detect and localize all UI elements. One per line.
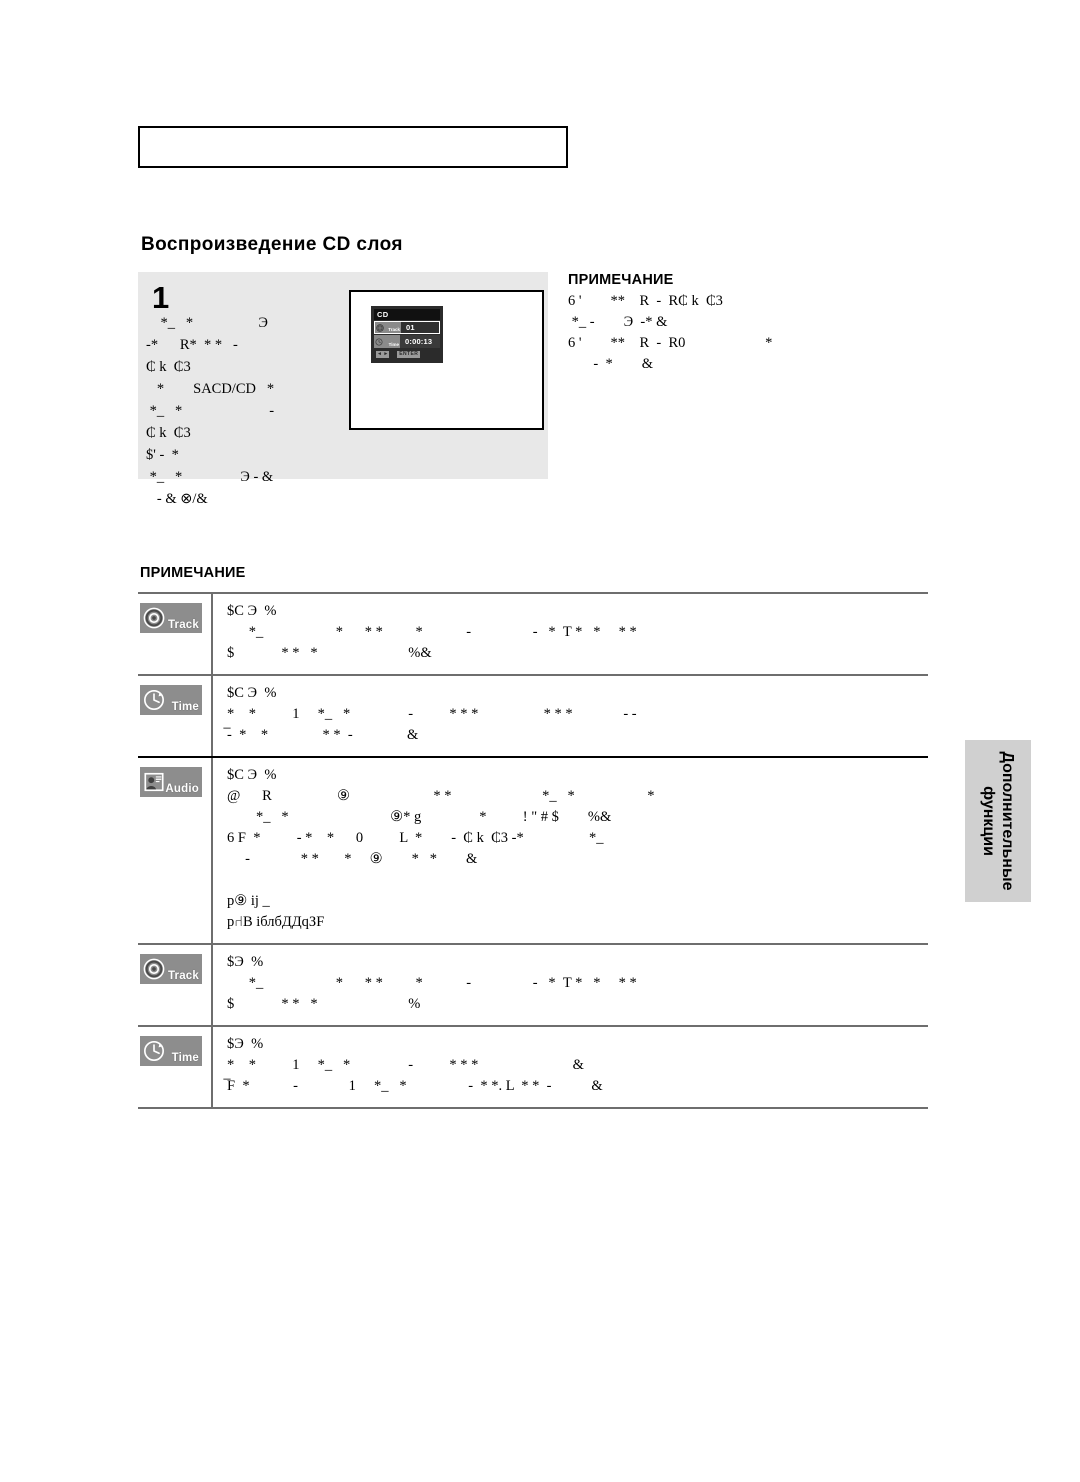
disc-icon: Track xyxy=(375,322,401,333)
disc-icon-glyph xyxy=(376,323,384,332)
note-right-body: 6 ' ** R - R₵ k ₵3 *_ - Э -* & 6 ' ** R … xyxy=(568,293,773,372)
table-row-description: $Э % * * 1 *_ * - * * * & ̅F * - 1 *_ * … xyxy=(211,1027,928,1107)
badge-time: Time xyxy=(140,685,202,715)
page-title: Воспроизведение CD слоя xyxy=(141,234,403,255)
badge-label: Track xyxy=(167,619,199,631)
table-row: Time $C Э % * * 1 *_ * - * * * * * * - -… xyxy=(138,674,928,756)
tv-screen-illustration: CD Track 01 Time 0:00:13 ◄ ► ENTER xyxy=(349,290,544,430)
step-number: 1 xyxy=(152,280,170,315)
table-row: Audio $C Э % @ R ⑨ * * *_ * * *_ * ⑨* g … xyxy=(138,756,928,943)
badge-label: Time xyxy=(171,701,199,713)
badge-time: Time xyxy=(140,1036,202,1066)
badge-label: Track xyxy=(167,970,199,982)
table-row-description: $Э % *_ * * * * - - * T * * * * $ * * * … xyxy=(211,945,928,1025)
osd-footer-hints: ◄ ► ENTER xyxy=(374,350,440,359)
osd-row-time[interactable]: Time 0:00:13 xyxy=(374,335,440,348)
table-row: Time $Э % * * 1 *_ * - * * * & ̅F * - 1 … xyxy=(138,1025,928,1109)
table-row-badge-cell: Time xyxy=(138,676,211,756)
table-row-description: $C Э % @ R ⑨ * * *_ * * *_ * ⑨* g * ! " … xyxy=(211,758,928,943)
step-panel: 1 *_ * Э -* R* * * - ₵ k ₵3 * SACD/CD * … xyxy=(138,272,548,507)
clock-icon xyxy=(144,690,164,710)
table-row-description: $C Э % *_ * * * * - - * T * * * * $ * * … xyxy=(211,594,928,674)
osd-time-label: Time xyxy=(388,342,399,347)
clock-icon xyxy=(144,1041,164,1061)
badge-track: Track xyxy=(140,954,202,984)
function-table: Track $C Э % *_ * * * * - - * T * * * * … xyxy=(138,592,928,1109)
note-right: ПРИМЕЧАНИЕ 6 ' ** R - R₵ k ₵3 *_ - Э -* … xyxy=(568,272,938,375)
osd-panel: CD Track 01 Time 0:00:13 ◄ ► ENTER xyxy=(371,306,443,363)
clock-icon-glyph xyxy=(375,338,383,345)
osd-track-value: 01 xyxy=(406,323,415,332)
table-row: Track $C Э % *_ * * * * - - * T * * * * … xyxy=(138,592,928,674)
clock-icon: Time xyxy=(374,335,400,348)
osd-row-track[interactable]: Track 01 xyxy=(374,321,440,334)
table-row-badge-cell: Track xyxy=(138,945,211,1025)
note-lower-title: ПРИМЕЧАНИЕ xyxy=(140,565,246,581)
table-row-badge-cell: Track xyxy=(138,594,211,674)
disc-icon xyxy=(143,958,165,980)
side-tab: Дополнительные функции xyxy=(965,740,1031,902)
side-tab-text: Дополнительные функции xyxy=(979,740,1017,902)
table-row-description: $C Э % * * 1 *_ * - * * * * * * - - ̅- *… xyxy=(211,676,928,756)
note-right-title: ПРИМЕЧАНИЕ xyxy=(568,272,674,288)
badge-label: Audio xyxy=(165,783,199,795)
step-instruction-text: *_ * Э -* R* * * - ₵ k ₵3 * SACD/CD * *_… xyxy=(146,315,275,507)
osd-title: CD xyxy=(374,309,440,320)
enter-hint: ENTER xyxy=(397,351,421,358)
audio-icon xyxy=(144,772,164,792)
side-tab-line1: Дополнительные xyxy=(999,751,1016,891)
side-tab-line2: функции xyxy=(980,786,997,856)
osd-track-label: Track xyxy=(388,327,400,332)
osd-time-value: 0:00:13 xyxy=(405,337,433,346)
badge-audio: Audio xyxy=(140,767,202,797)
table-row-badge-cell: Audio xyxy=(138,758,211,943)
badge-track: Track xyxy=(140,603,202,633)
badge-label: Time xyxy=(171,1052,199,1064)
table-row-badge-cell: Time xyxy=(138,1027,211,1107)
nav-arrows-icon: ◄ ► xyxy=(376,351,390,358)
disc-icon xyxy=(143,607,165,629)
table-row: Track $Э % *_ * * * * - - * T * * * * $ … xyxy=(138,943,928,1025)
top-header-box xyxy=(138,126,568,168)
